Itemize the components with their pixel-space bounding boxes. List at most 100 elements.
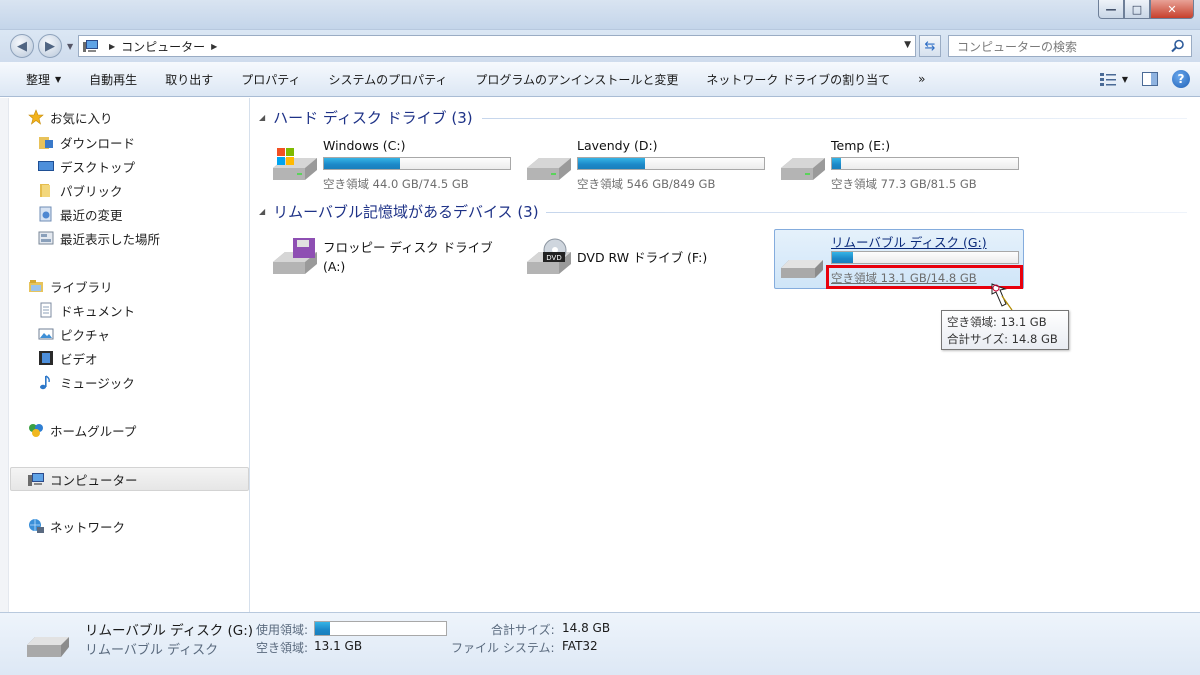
group-header-removable[interactable]: ◢ リムーバブル記憶域があるデバイス (3) — [259, 201, 539, 222]
view-options-button[interactable]: ▼ — [1099, 72, 1128, 86]
system-properties-button[interactable]: システムのプロパティ — [314, 71, 461, 88]
sidebar-item-libraries[interactable]: ライブラリ — [28, 275, 113, 297]
autoplay-button[interactable]: 自動再生 — [75, 71, 151, 88]
music-note-icon — [38, 374, 54, 390]
device-floppy-a[interactable]: フロッピー ディスク ドライブ (A:) — [271, 232, 521, 292]
breadcrumb-arrow-icon[interactable]: ▶ — [109, 42, 115, 51]
collapse-triangle-icon[interactable]: ◢ — [259, 113, 265, 122]
sidebar-item-videos[interactable]: ビデオ — [38, 347, 98, 369]
collapse-triangle-icon[interactable]: ◢ — [259, 207, 265, 216]
organize-button[interactable]: 整理 ▼ — [0, 71, 75, 88]
svg-text:DVD: DVD — [546, 254, 561, 262]
sidebar-item-label: ピクチャ — [60, 327, 110, 343]
address-bar[interactable]: ▶ コンピューター ▶ ▼ — [78, 35, 916, 57]
drive-e[interactable]: Temp (E:) 空き領域 77.3 GB/81.5 GB — [779, 138, 1029, 198]
hand-cursor-icon — [991, 283, 1013, 311]
sidebar-item-pictures[interactable]: ピクチャ — [38, 323, 110, 345]
sidebar-item-homegroup[interactable]: ホームグループ — [28, 419, 136, 441]
star-icon — [28, 109, 44, 125]
drive-usage-bar — [323, 157, 511, 170]
chevron-down-icon: ▼ — [55, 74, 62, 84]
forward-button[interactable]: ▶ — [38, 34, 62, 58]
tooltip-free-space: 空き領域: 13.1 GB — [947, 315, 1047, 329]
device-dvd-f[interactable]: DVD DVD RW ドライブ (F:) — [525, 232, 775, 292]
drive-usage-bar — [831, 251, 1019, 264]
tooltip-total-size: 合計サイズ: 14.8 GB — [947, 332, 1058, 346]
computer-icon — [28, 471, 44, 487]
sidebar-item-favorites[interactable]: お気に入り — [28, 106, 113, 128]
map-network-drive-button[interactable]: ネットワーク ドライブの割り当て — [692, 71, 904, 88]
refresh-button[interactable]: ⇆ — [919, 35, 941, 57]
device-name-line: (A:) — [323, 259, 346, 274]
breadcrumb-arrow-icon[interactable]: ▶ — [211, 42, 217, 51]
sidebar-item-label: ダウンロード — [60, 135, 136, 151]
forward-arrow-icon: ▶ — [45, 38, 55, 54]
drive-usage-fill — [832, 158, 842, 169]
group-header-hdd[interactable]: ◢ ハード ディスク ドライブ (3) — [259, 107, 473, 128]
details-subtitle: リムーバブル ディスク — [85, 643, 219, 658]
network-globe-icon — [28, 518, 44, 534]
hard-drive-icon — [527, 158, 571, 180]
history-dropdown-icon[interactable]: ▼ — [67, 42, 73, 51]
minimize-button[interactable]: — — [1098, 0, 1124, 19]
device-name: フロッピー ディスク ドライブ (A:) — [323, 238, 493, 276]
sidebar-item-recent-changes[interactable]: 最近の変更 — [38, 203, 123, 225]
eject-button[interactable]: 取り出す — [151, 71, 227, 88]
sidebar-item-network[interactable]: ネットワーク — [28, 515, 125, 537]
used-space-label: 使用領域: — [256, 623, 309, 637]
title-bar: — □ ✕ — [0, 0, 1200, 30]
back-arrow-icon: ◀ — [17, 38, 27, 54]
view-options-icon — [1099, 73, 1116, 86]
downloads-folder-icon — [38, 134, 54, 150]
back-button[interactable]: ◀ — [10, 34, 34, 58]
sidebar-item-label: ドキュメント — [60, 303, 136, 319]
maximize-button[interactable]: □ — [1124, 0, 1150, 19]
hard-drive-icon — [781, 158, 825, 180]
command-bar: 整理 ▼ 自動再生 取り出す プロパティ システムのプロパティ プログラムのアンイ… — [0, 62, 1200, 97]
details-title: リムーバブル ディスク (G:) — [85, 623, 254, 639]
sidebar-item-music[interactable]: ミュージック — [38, 371, 135, 393]
total-size-value: 14.8 GB — [562, 621, 611, 635]
file-system-value: FAT32 — [562, 639, 598, 653]
drive-free-space: 空き領域 44.0 GB/74.5 GB — [323, 177, 469, 191]
sidebar-item-label: ミュージック — [60, 375, 135, 391]
pictures-icon — [38, 326, 54, 342]
properties-button[interactable]: プロパティ — [227, 71, 314, 88]
help-icon[interactable]: ? — [1172, 70, 1190, 88]
breadcrumb-computer[interactable]: コンピューター — [121, 38, 205, 55]
sidebar-item-label: ネットワーク — [50, 519, 126, 535]
documents-icon — [38, 302, 54, 318]
uninstall-program-button[interactable]: プログラムのアンインストールと変更 — [461, 71, 692, 88]
sidebar-item-public[interactable]: パブリック — [38, 179, 123, 201]
close-button[interactable]: ✕ — [1150, 0, 1194, 19]
drive-c[interactable]: Windows (C:) 空き領域 44.0 GB/74.5 GB — [271, 138, 521, 198]
sidebar-item-label: ホームグループ — [50, 423, 137, 439]
toolbar-right: ▼ ? — [1099, 70, 1190, 88]
sidebar-item-label: お気に入り — [50, 110, 113, 126]
group-header-label: ハード ディスク ドライブ (3) — [273, 109, 473, 127]
drive-usage-fill — [578, 158, 645, 169]
videos-icon — [38, 350, 54, 366]
details-pane: リムーバブル ディスク (G:) リムーバブル ディスク 使用領域: 空き領域:… — [0, 612, 1200, 675]
sidebar-item-recent-places[interactable]: 最近表示した場所 — [38, 227, 160, 249]
sidebar-item-computer[interactable]: コンピューター — [28, 468, 138, 490]
more-commands-button[interactable]: » — [904, 72, 939, 86]
folder-icon — [38, 182, 54, 198]
drive-d[interactable]: Lavendy (D:) 空き領域 546 GB/849 GB — [525, 138, 775, 198]
sidebar-item-label: ライブラリ — [50, 279, 113, 295]
sidebar-item-downloads[interactable]: ダウンロード — [38, 131, 135, 153]
sidebar-item-desktop[interactable]: デスクトップ — [38, 155, 135, 177]
preview-pane-icon[interactable] — [1142, 72, 1158, 86]
search-placeholder: コンピューターの検索 — [957, 39, 1078, 54]
sidebar-item-documents[interactable]: ドキュメント — [38, 299, 135, 321]
drive-name[interactable]: リムーバブル ディスク (G:) — [831, 232, 987, 251]
drive-usage-bar — [577, 157, 765, 170]
drive-usage-bar — [831, 157, 1019, 170]
search-input[interactable]: コンピューターの検索 — [948, 35, 1192, 57]
drive-name: Windows (C:) — [323, 138, 406, 153]
free-space-value: 13.1 GB — [314, 639, 363, 653]
search-icon[interactable] — [1171, 39, 1185, 53]
recent-changes-icon — [38, 206, 54, 222]
device-name-line: フロッピー ディスク ドライブ — [323, 240, 493, 255]
address-dropdown-icon[interactable]: ▼ — [904, 40, 911, 50]
